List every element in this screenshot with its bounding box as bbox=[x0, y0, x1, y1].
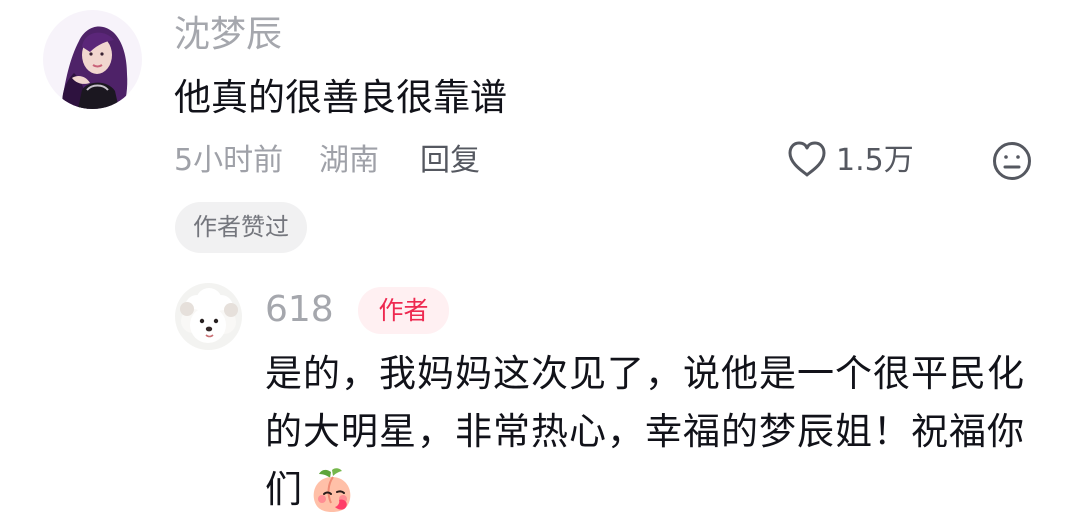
reply-text-content: 是的，我妈妈这次见了，说他是一个很平民化的大明星，非常热心，幸福的梦辰姐！祝福你… bbox=[265, 352, 1025, 511]
like-count: 1.5万 bbox=[836, 143, 914, 178]
comment-username[interactable]: 沈梦辰 bbox=[174, 15, 282, 55]
comment-meta-row: 5小时前 湖南 回复 1.5万 bbox=[174, 140, 1034, 182]
reply-button[interactable]: 回复 bbox=[420, 140, 480, 182]
comment-time: 5小时前 bbox=[174, 143, 284, 178]
reply-text: 是的，我妈妈这次见了，说他是一个很平民化的大明星，非常热心，幸福的梦辰姐！祝福你… bbox=[265, 345, 1025, 519]
blushing-peach-emoji-icon bbox=[307, 464, 357, 514]
author-tag: 作者 bbox=[358, 287, 449, 334]
comment-text: 他真的很善良很靠谱 bbox=[174, 76, 507, 119]
author-liked-badge: 作者赞过 bbox=[175, 202, 307, 253]
white-puppy-icon bbox=[175, 283, 242, 350]
reply-user-avatar[interactable] bbox=[175, 283, 242, 350]
comment-region: 湖南 bbox=[319, 143, 379, 178]
woman-portrait-icon bbox=[43, 10, 142, 109]
reply-username[interactable]: 618 bbox=[265, 290, 334, 330]
emoji-reaction-button[interactable] bbox=[991, 140, 1033, 182]
heart-icon bbox=[786, 140, 828, 182]
like-button[interactable]: 1.5万 bbox=[786, 140, 914, 182]
comment-thread: 沈梦辰 他真的很善良很靠谱 5小时前 湖南 回复 1.5万 作者赞过 618 作… bbox=[0, 0, 1080, 531]
neutral-face-icon bbox=[991, 142, 1033, 186]
user-avatar[interactable] bbox=[43, 10, 142, 109]
